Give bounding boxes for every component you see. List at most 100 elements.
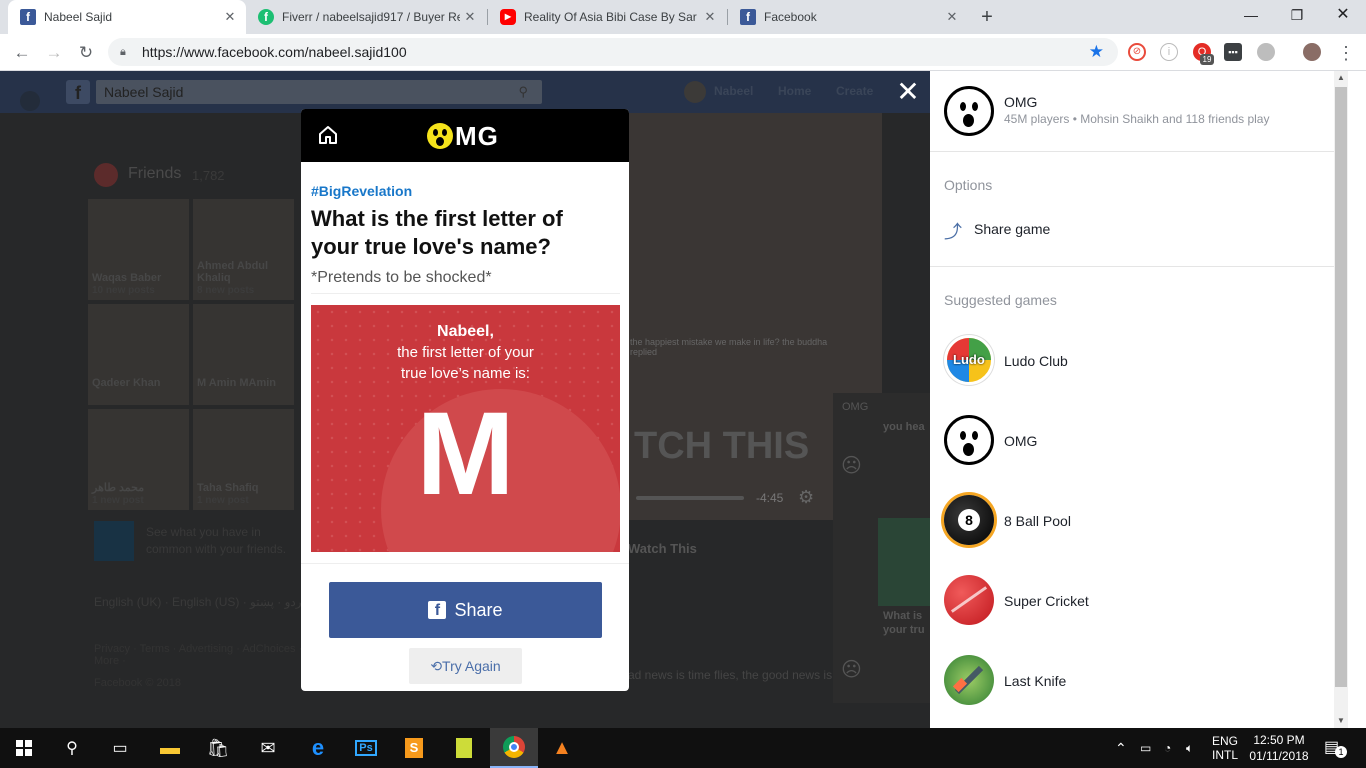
tray-chevron-icon[interactable]: ⌃ xyxy=(1115,728,1127,768)
scroll-up-icon[interactable]: ▲ xyxy=(1334,71,1348,85)
suggested-game-name[interactable]: Last Knife xyxy=(1004,673,1066,689)
suggested-label: Suggested games xyxy=(944,292,1057,308)
vlc-icon[interactable]: ▲ xyxy=(538,728,586,768)
photoshop-icon[interactable]: Ps xyxy=(342,728,390,768)
messenger-icon[interactable] xyxy=(20,91,40,111)
close-tab-icon[interactable]: ✕ xyxy=(460,9,480,25)
new-tab-button[interactable]: + xyxy=(974,0,1000,34)
tab-nabeel-sajid[interactable]: f Nabeel Sajid ✕ xyxy=(8,0,246,34)
windows-start-icon[interactable] xyxy=(0,728,48,768)
volume-icon[interactable]: 🔈︎ xyxy=(1186,728,1193,768)
scroll-down-icon[interactable]: ▼ xyxy=(1334,714,1348,728)
suggested-game-name[interactable]: 8 Ball Pool xyxy=(1004,513,1071,529)
8-ball-pool-icon[interactable]: 8 xyxy=(944,495,994,545)
avatar[interactable] xyxy=(684,81,706,103)
close-tab-icon[interactable]: ✕ xyxy=(220,9,240,25)
friend-tile[interactable]: Qadeer Khan xyxy=(88,304,189,405)
facebook-top-bar: f Nabeel Sajid ⚲ Nabeel Home Create xyxy=(0,71,930,113)
game-header: MG xyxy=(301,109,629,162)
video-title[interactable]: Watch This xyxy=(628,541,697,556)
subtitle: *Pretends to be shocked* xyxy=(311,269,492,286)
friend-tile[interactable]: Taha Shafiq 1 new post xyxy=(193,409,294,510)
facebook-icon: f xyxy=(428,601,447,619)
language-indicator[interactable]: ENG INTL xyxy=(1212,734,1238,768)
close-game-icon[interactable]: ✕ xyxy=(893,77,923,107)
task-view-icon[interactable]: ▭ xyxy=(96,728,144,768)
ludo-club-icon[interactable]: Ludo xyxy=(944,335,994,385)
search-icon[interactable]: ⚲ xyxy=(518,80,528,104)
nav-create[interactable]: Create xyxy=(836,84,873,98)
common-text[interactable]: See what you have in common with your fr… xyxy=(146,524,296,558)
facebook-icon: f xyxy=(740,9,756,25)
friend-tile[interactable]: M Amin MAmin xyxy=(193,304,294,405)
result-name: Nabeel, xyxy=(437,323,494,340)
facebook-logo[interactable]: f xyxy=(66,80,90,104)
footer-links[interactable]: Privacy · Terms · Advertising · AdChoice… xyxy=(94,643,304,667)
clock[interactable]: 12:50 PM 01/11/2018 xyxy=(1246,732,1312,768)
divider xyxy=(930,266,1334,267)
extension-icon[interactable] xyxy=(1257,43,1275,61)
cricket-ball-icon[interactable] xyxy=(944,575,994,625)
panel-scrollbar[interactable]: ▲ ▼ xyxy=(1334,71,1348,728)
share-game-link[interactable]: Share game xyxy=(974,221,1050,237)
omg-card-text: What is your tru xyxy=(883,610,925,636)
menu-icon[interactable]: ⋮ xyxy=(1334,41,1358,65)
lang-primary: ENG xyxy=(1212,734,1239,748)
battery-icon[interactable]: ▭ xyxy=(1140,728,1151,768)
omnibox[interactable]: 🔒︎ https://www.facebook.com/nabeel.sajid… xyxy=(108,38,1118,66)
nav-profile-name[interactable]: Nabeel xyxy=(714,84,753,98)
friend-tile[interactable]: محمد طاهر 1 new post xyxy=(88,409,189,510)
mail-icon[interactable]: ✉ xyxy=(244,728,292,768)
common-icon xyxy=(94,521,134,561)
gear-icon[interactable]: ⚙ xyxy=(798,487,814,508)
store-icon[interactable]: 🛍︎ xyxy=(194,728,242,768)
facebook-icon: f xyxy=(20,9,36,25)
close-window-button[interactable]: ✕ xyxy=(1320,0,1366,30)
sublime-icon[interactable]: S xyxy=(390,728,438,768)
chrome-taskbar-icon[interactable] xyxy=(490,728,538,768)
nav-home[interactable]: Home xyxy=(778,84,811,98)
tab-strip: f Nabeel Sajid ✕ f Fiverr / nabeelsajid9… xyxy=(0,0,1366,34)
profile-avatar[interactable] xyxy=(1303,43,1321,61)
tab-youtube[interactable]: ▶ Reality Of Asia Bibi Case By Sar e ✕ xyxy=(488,0,726,34)
omg-icon[interactable] xyxy=(944,415,994,465)
question: What is the first letter of your true lo… xyxy=(311,206,563,259)
video-progress[interactable] xyxy=(636,496,744,500)
close-tab-icon[interactable]: ✕ xyxy=(700,9,720,25)
reload-button[interactable]: ↻ xyxy=(74,41,98,65)
friend-name: محمد طاهر xyxy=(92,482,145,494)
restore-button[interactable]: ❐ xyxy=(1274,0,1320,30)
wifi-icon[interactable]: ◔ xyxy=(1164,728,1171,768)
friend-posts: 1 new post xyxy=(92,495,144,506)
search-icon[interactable]: ⚲ xyxy=(48,728,96,768)
minimize-button[interactable]: — xyxy=(1228,0,1274,30)
scrollbar-thumb[interactable] xyxy=(1335,87,1347,687)
extension-icon[interactable]: ⊘ xyxy=(1128,43,1146,61)
language-links[interactable]: English (UK) · English (US) · اردو · پښت… xyxy=(94,595,305,609)
suggested-game-name[interactable]: OMG xyxy=(1004,433,1037,449)
friend-tile[interactable]: Waqas Baber 10 new posts xyxy=(88,199,189,300)
suggested-game-name[interactable]: Ludo Club xyxy=(1004,353,1068,369)
share-icon[interactable]: ⤴ xyxy=(944,218,962,244)
try-again-button[interactable]: ⟲Try Again xyxy=(409,648,522,684)
bookmark-star-icon[interactable]: ★ xyxy=(1089,38,1104,66)
share-button[interactable]: f Share xyxy=(329,582,602,638)
friends-title[interactable]: Friends xyxy=(128,165,181,183)
tab-facebook[interactable]: f Facebook ✕ xyxy=(728,0,968,34)
extension-icon[interactable]: ▪▪▪ xyxy=(1224,43,1242,61)
last-knife-icon[interactable] xyxy=(944,655,994,705)
back-button[interactable]: ← xyxy=(10,41,34,65)
friend-tile[interactable]: Ahmed Abdul Khaliq 8 new posts xyxy=(193,199,294,300)
lang-secondary: INTL xyxy=(1212,748,1239,762)
file-explorer-icon[interactable]: ▬ xyxy=(146,728,194,768)
search-value: Nabeel Sajid xyxy=(104,84,184,100)
facebook-search-input[interactable]: Nabeel Sajid ⚲ xyxy=(96,80,542,104)
suggested-game-name[interactable]: Super Cricket xyxy=(1004,593,1089,609)
notepad-icon[interactable] xyxy=(440,728,488,768)
edge-icon[interactable]: e xyxy=(294,728,342,768)
info-icon[interactable]: i xyxy=(1160,43,1178,61)
forward-button[interactable]: → xyxy=(42,41,66,65)
close-tab-icon[interactable]: ✕ xyxy=(942,9,962,25)
tab-fiverr[interactable]: f Fiverr / nabeelsajid917 / Buyer Re ✕ xyxy=(246,0,486,34)
home-icon[interactable] xyxy=(317,123,339,147)
